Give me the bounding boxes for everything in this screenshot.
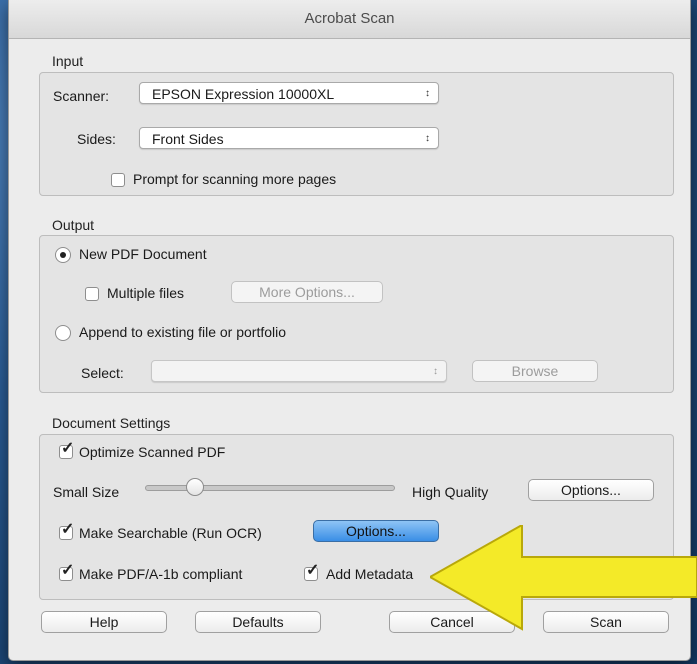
defaults-button[interactable]: Defaults bbox=[195, 611, 321, 633]
output-section-label: Output bbox=[52, 217, 95, 233]
prompt-more-pages-checkbox[interactable] bbox=[111, 173, 125, 187]
sides-select[interactable]: Front Sides ↕ bbox=[139, 127, 439, 149]
sides-select-value: Front Sides bbox=[152, 131, 224, 147]
yellow-arrow-annotation-icon bbox=[430, 525, 697, 631]
document-settings-section-label: Document Settings bbox=[52, 415, 171, 431]
new-pdf-label: New PDF Document bbox=[79, 246, 207, 262]
new-pdf-radio[interactable] bbox=[55, 247, 71, 263]
scanner-select[interactable]: EPSON Expression 10000XL ↕ bbox=[139, 82, 439, 104]
checkmark-icon: ✓ bbox=[61, 562, 75, 579]
more-options-button[interactable]: More Options... bbox=[231, 281, 383, 303]
small-size-label: Small Size bbox=[53, 484, 120, 500]
sides-label: Sides: bbox=[77, 131, 116, 147]
checkmark-icon: ✓ bbox=[61, 440, 75, 457]
updown-arrows-icon: ↕ bbox=[425, 88, 430, 99]
add-metadata-label: Add Metadata bbox=[326, 566, 414, 582]
select-label: Select: bbox=[81, 365, 124, 381]
updown-arrows-icon: ↕ bbox=[425, 133, 430, 144]
prompt-more-pages-label: Prompt for scanning more pages bbox=[133, 171, 337, 187]
optimize-pdf-label: Optimize Scanned PDF bbox=[79, 444, 226, 460]
optimize-options-button[interactable]: Options... bbox=[528, 479, 654, 501]
multiple-files-checkbox[interactable] bbox=[85, 287, 99, 301]
make-searchable-checkbox[interactable]: ✓ bbox=[59, 521, 75, 540]
optimize-pdf-checkbox[interactable]: ✓ bbox=[59, 440, 75, 459]
window-title: Acrobat Scan bbox=[9, 0, 690, 39]
append-existing-radio[interactable] bbox=[55, 325, 71, 341]
checkmark-icon: ✓ bbox=[306, 562, 320, 579]
add-metadata-checkbox[interactable]: ✓ bbox=[304, 562, 320, 581]
multiple-files-label: Multiple files bbox=[107, 285, 185, 301]
pdfa-compliant-checkbox[interactable]: ✓ bbox=[59, 562, 75, 581]
select-file-popup[interactable]: ↕ bbox=[151, 360, 447, 382]
pdfa-compliant-label: Make PDF/A-1b compliant bbox=[79, 566, 243, 582]
arrow-shape bbox=[430, 525, 697, 631]
quality-slider-knob[interactable] bbox=[185, 478, 204, 496]
ocr-options-button[interactable]: Options... bbox=[313, 520, 439, 542]
input-section-label: Input bbox=[52, 53, 84, 69]
scanner-select-value: EPSON Expression 10000XL bbox=[152, 86, 335, 102]
quality-slider-track[interactable] bbox=[145, 485, 395, 491]
make-searchable-label: Make Searchable (Run OCR) bbox=[79, 525, 262, 541]
append-existing-label: Append to existing file or portfolio bbox=[79, 324, 287, 340]
scanner-label: Scanner: bbox=[53, 88, 110, 104]
updown-arrows-icon: ↕ bbox=[433, 366, 438, 377]
radio-selected-dot bbox=[60, 252, 66, 258]
help-button[interactable]: Help bbox=[41, 611, 167, 633]
high-quality-label: High Quality bbox=[412, 484, 489, 500]
browse-button[interactable]: Browse bbox=[472, 360, 598, 382]
checkmark-icon: ✓ bbox=[61, 521, 75, 538]
